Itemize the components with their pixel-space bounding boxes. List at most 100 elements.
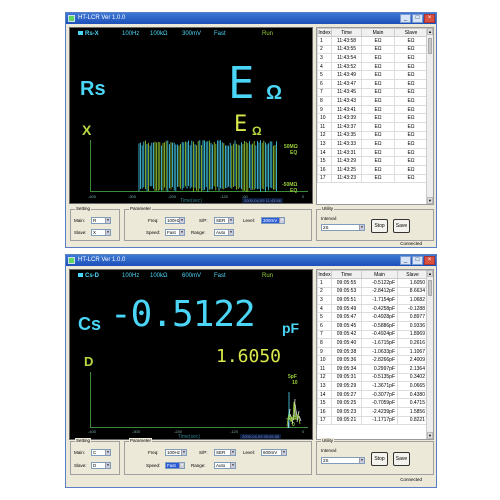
speed-select[interactable]: Fast ▼ bbox=[165, 229, 185, 236]
secondary-param-name: D bbox=[84, 354, 94, 369]
table-row[interactable]: 1 09:05:55 -0.5122pF 1.6050 bbox=[317, 278, 428, 288]
table-scrollbar[interactable]: ▲ ▼ bbox=[426, 270, 433, 439]
data-table[interactable]: Index Time Main Slave 1 09:05:55 -0.5122pF… bbox=[316, 269, 434, 440]
table-row[interactable]: 4 11:43:52 EΩ EΩ bbox=[317, 61, 428, 72]
table-row[interactable]: 1 11:43:58 EΩ EΩ bbox=[317, 36, 428, 46]
cell-index: 12 bbox=[317, 130, 332, 141]
table-row[interactable]: 8 09:05:40 -1.6715pF 0.2616 bbox=[317, 338, 428, 348]
table-row[interactable]: 7 09:05:42 -0.4924pF 1.8969 bbox=[317, 329, 428, 340]
app-icon bbox=[68, 257, 75, 264]
table-row[interactable]: 17 09:05:21 -1.1717pF 0.8221 bbox=[317, 415, 428, 426]
stop-button[interactable]: Stop bbox=[371, 452, 388, 466]
col-index[interactable]: Index bbox=[317, 270, 332, 279]
scroll-down-icon[interactable]: ▼ bbox=[427, 197, 433, 204]
speed-select[interactable]: Fast ▼ bbox=[165, 462, 185, 469]
col-main[interactable]: Main bbox=[361, 28, 395, 37]
table-row[interactable]: 8 11:43:43 EΩ EΩ bbox=[317, 96, 428, 106]
cell-slave: EΩ bbox=[394, 70, 428, 80]
table-row[interactable]: 14 09:05:27 -0.3077pF 0.4380 bbox=[317, 389, 428, 400]
cell-slave: 1.8969 bbox=[397, 329, 428, 340]
table-row[interactable]: 16 09:05:23 -2.4239pF 1.5856 bbox=[317, 406, 428, 417]
table-row[interactable]: 15 09:05:25 -0.7059pF 0.4715 bbox=[317, 398, 428, 408]
table-row[interactable]: 6 11:43:47 EΩ EΩ bbox=[317, 78, 428, 89]
table-row[interactable]: 11 09:05:34 0.2997pF 2.1364 bbox=[317, 363, 428, 374]
title-bar[interactable]: HT-LCR Ver 1.0.0 _ □ × bbox=[66, 255, 436, 266]
minimize-button[interactable]: _ bbox=[400, 14, 411, 23]
table-row[interactable]: 4 09:05:49 -0.4258pF -0.1288 bbox=[317, 303, 428, 314]
cell-slave: 0.4715 bbox=[397, 398, 428, 408]
sp-select[interactable]: SER ▼ bbox=[214, 217, 234, 224]
range-select[interactable]: Auto ▼ bbox=[214, 462, 236, 469]
cell-index: 9 bbox=[317, 346, 332, 357]
table-row[interactable]: 13 11:43:33 EΩ EΩ bbox=[317, 139, 428, 149]
scroll-up-icon[interactable]: ▲ bbox=[427, 270, 433, 277]
trend-plot-area bbox=[286, 392, 302, 428]
sp-select[interactable]: SER ▼ bbox=[214, 449, 236, 456]
freq-select[interactable]: 100Hz ▼ bbox=[165, 217, 185, 224]
interval-select[interactable]: 2S ▼ bbox=[321, 457, 365, 464]
cell-time: 09:05:36 bbox=[331, 355, 362, 365]
cell-index: 8 bbox=[317, 96, 332, 106]
table-row[interactable]: 10 11:43:39 EΩ EΩ bbox=[317, 113, 428, 123]
col-index[interactable]: Index bbox=[317, 28, 332, 37]
table-row[interactable]: 17 11:43:23 EΩ EΩ bbox=[317, 173, 428, 184]
table-row[interactable]: 2 09:05:53 -2.8412pF 8.6634 bbox=[317, 286, 428, 297]
table-row[interactable]: 13 09:05:29 -1.3671pF 0.0665 bbox=[317, 381, 428, 391]
table-row[interactable]: 6 09:05:45 -0.5886pF 0.9336 bbox=[317, 320, 428, 331]
slave-select[interactable]: D ▼ bbox=[91, 462, 111, 469]
scroll-thumb[interactable] bbox=[428, 280, 432, 296]
col-slave[interactable]: Slave bbox=[394, 28, 428, 37]
table-row[interactable]: 5 09:05:47 -0.4928pF 0.8977 bbox=[317, 312, 428, 322]
cell-slave: 1.1067 bbox=[397, 346, 428, 357]
cell-index: 14 bbox=[317, 389, 332, 400]
table-row[interactable]: 16 11:43:25 EΩ EΩ bbox=[317, 164, 428, 175]
table-row[interactable]: 7 11:43:45 EΩ EΩ bbox=[317, 87, 428, 98]
col-slave[interactable]: Slave bbox=[397, 270, 428, 279]
minimize-button[interactable]: _ bbox=[400, 256, 411, 265]
table-row[interactable]: 3 11:43:54 EΩ EΩ bbox=[317, 53, 428, 63]
table-row[interactable]: 3 09:05:51 -1.7154pF 1.0682 bbox=[317, 295, 428, 305]
scroll-up-icon[interactable]: ▲ bbox=[427, 28, 433, 35]
freq-select[interactable]: 100Hz ▼ bbox=[165, 449, 187, 456]
cell-time: 09:05:51 bbox=[331, 295, 362, 305]
table-scrollbar[interactable]: ▲ ▼ bbox=[426, 28, 433, 204]
table-row[interactable]: 2 11:43:55 EΩ EΩ bbox=[317, 44, 428, 55]
close-button[interactable]: × bbox=[424, 14, 435, 23]
main-select-value: C bbox=[93, 450, 97, 455]
slave-select[interactable]: X ▼ bbox=[91, 229, 111, 236]
table-row[interactable]: 12 11:43:35 EΩ EΩ bbox=[317, 130, 428, 141]
maximize-button[interactable]: □ bbox=[412, 256, 423, 265]
col-time[interactable]: Time bbox=[331, 270, 362, 279]
table-row[interactable]: 10 09:05:36 -2.8266pF 2.4009 bbox=[317, 355, 428, 365]
table-row[interactable]: 14 11:43:31 EΩ EΩ bbox=[317, 147, 428, 158]
scroll-thumb[interactable] bbox=[428, 38, 432, 54]
table-row[interactable]: 9 11:43:41 EΩ EΩ bbox=[317, 104, 428, 115]
stop-button[interactable]: Stop bbox=[371, 219, 388, 233]
close-button[interactable]: × bbox=[424, 256, 435, 265]
data-table[interactable]: Index Time Main Slave 1 11:43:58 EΩ EΩ 2 11:4… bbox=[316, 27, 434, 205]
col-time[interactable]: Time bbox=[331, 28, 362, 37]
main-select[interactable]: C ▼ bbox=[91, 449, 111, 456]
level-select[interactable]: 600mV ▼ bbox=[261, 449, 287, 456]
table-row[interactable]: 9 09:05:38 -1.0633pF 1.1067 bbox=[317, 346, 428, 357]
cell-index: 10 bbox=[317, 113, 332, 123]
col-main[interactable]: Main bbox=[361, 270, 398, 279]
interval-select[interactable]: 2S ▼ bbox=[321, 224, 365, 231]
header-speed: Fast bbox=[214, 273, 226, 279]
cell-slave: EΩ bbox=[394, 173, 428, 184]
save-button[interactable]: Save bbox=[393, 219, 410, 233]
table-row[interactable]: 15 11:43:29 EΩ EΩ bbox=[317, 156, 428, 166]
parameter-group: Parameter Freq: 100Hz ▼ S/P: SER ▼ Level: … bbox=[124, 438, 312, 475]
level-select[interactable]: 300mV ▼ bbox=[261, 217, 285, 224]
main-select[interactable]: R ▼ bbox=[91, 217, 111, 224]
range-select[interactable]: Auto ▼ bbox=[214, 229, 234, 236]
table-row[interactable]: 12 09:05:31 -0.5135pF 0.3402 bbox=[317, 372, 428, 383]
scroll-down-icon[interactable]: ▼ bbox=[427, 432, 433, 439]
cell-time: 11:43:37 bbox=[331, 121, 362, 132]
table-row[interactable]: 5 11:43:49 EΩ EΩ bbox=[317, 70, 428, 80]
table-row[interactable]: 11 11:43:37 EΩ EΩ bbox=[317, 121, 428, 132]
save-button[interactable]: Save bbox=[393, 452, 410, 466]
chevron-down-icon: ▼ bbox=[279, 218, 284, 223]
maximize-button[interactable]: □ bbox=[412, 14, 423, 23]
title-bar[interactable]: HT-LCR Ver 1.0.0 _ □ × bbox=[66, 13, 436, 24]
